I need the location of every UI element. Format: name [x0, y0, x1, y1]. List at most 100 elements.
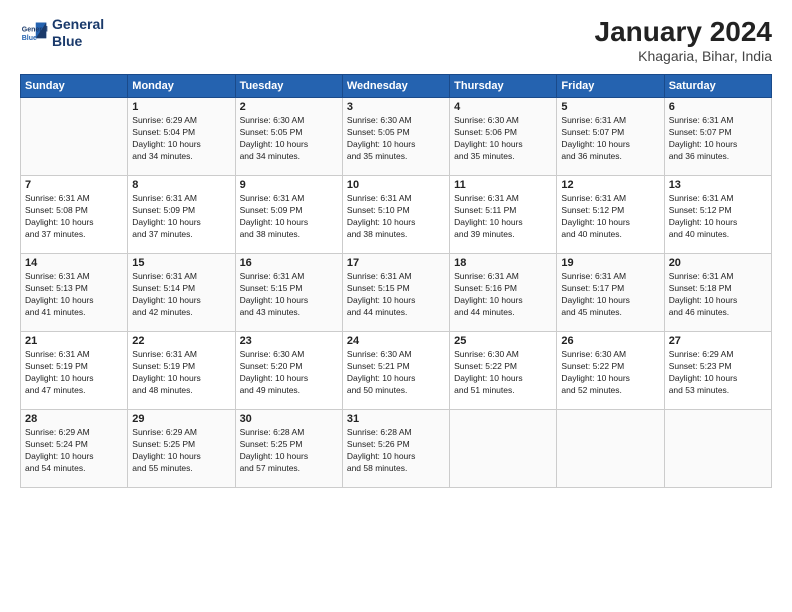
day-info: Sunrise: 6:29 AMSunset: 5:04 PMDaylight:…: [132, 115, 230, 163]
day-number: 22: [132, 335, 230, 347]
day-cell: 7Sunrise: 6:31 AMSunset: 5:08 PMDaylight…: [21, 176, 128, 254]
day-number: 17: [347, 257, 445, 269]
day-cell: 8Sunrise: 6:31 AMSunset: 5:09 PMDaylight…: [128, 176, 235, 254]
day-cell: [450, 410, 557, 488]
day-number: 3: [347, 101, 445, 113]
day-info: Sunrise: 6:31 AMSunset: 5:12 PMDaylight:…: [669, 193, 767, 241]
day-info: Sunrise: 6:31 AMSunset: 5:14 PMDaylight:…: [132, 271, 230, 319]
col-header-sunday: Sunday: [21, 75, 128, 98]
day-number: 15: [132, 257, 230, 269]
day-info: Sunrise: 6:30 AMSunset: 5:22 PMDaylight:…: [454, 349, 552, 397]
day-number: 23: [240, 335, 338, 347]
day-cell: 27Sunrise: 6:29 AMSunset: 5:23 PMDayligh…: [664, 332, 771, 410]
day-info: Sunrise: 6:29 AMSunset: 5:25 PMDaylight:…: [132, 427, 230, 475]
day-info: Sunrise: 6:31 AMSunset: 5:19 PMDaylight:…: [132, 349, 230, 397]
day-cell: 21 Sunrise: 6:31 AMSunset: 5:19 PMDayligh…: [21, 332, 128, 410]
day-number: 31: [347, 413, 445, 425]
day-info: Sunrise: 6:31 AMSunset: 5:16 PMDaylight:…: [454, 271, 552, 319]
day-cell: 3 Sunrise: 6:30 AMSunset: 5:05 PMDaylight…: [342, 98, 449, 176]
day-number: 28: [25, 413, 123, 425]
day-info: Sunrise: 6:31 AMSunset: 5:08 PMDaylight:…: [25, 193, 123, 241]
day-cell: 26Sunrise: 6:30 AMSunset: 5:22 PMDayligh…: [557, 332, 664, 410]
day-cell: 19Sunrise: 6:31 AMSunset: 5:17 PMDayligh…: [557, 254, 664, 332]
day-cell: 22 Sunrise: 6:31 AMSunset: 5:19 PMDayligh…: [128, 332, 235, 410]
day-cell: [664, 410, 771, 488]
day-cell: 11 Sunrise: 6:31 AMSunset: 5:11 PMDayligh…: [450, 176, 557, 254]
week-row-5: 28 Sunrise: 6:29 AMSunset: 5:24 PMDayligh…: [21, 410, 772, 488]
day-number: 12: [561, 179, 659, 191]
day-cell: 2 Sunrise: 6:30 AMSunset: 5:05 PMDaylight…: [235, 98, 342, 176]
week-row-2: 7Sunrise: 6:31 AMSunset: 5:08 PMDaylight…: [21, 176, 772, 254]
day-cell: 31 Sunrise: 6:28 AMSunset: 5:26 PMDayligh…: [342, 410, 449, 488]
day-cell: [21, 98, 128, 176]
day-info: Sunrise: 6:30 AMSunset: 5:05 PMDaylight:…: [240, 115, 338, 163]
svg-text:General: General: [22, 26, 48, 33]
calendar-table: SundayMondayTuesdayWednesdayThursdayFrid…: [20, 74, 772, 488]
header: General Blue General Blue January 2024 K…: [20, 16, 772, 64]
day-info: Sunrise: 6:31 AMSunset: 5:07 PMDaylight:…: [561, 115, 659, 163]
day-number: 21: [25, 335, 123, 347]
svg-text:Blue: Blue: [22, 35, 37, 42]
day-info: Sunrise: 6:30 AMSunset: 5:20 PMDaylight:…: [240, 349, 338, 397]
week-row-1: 1 Sunrise: 6:29 AMSunset: 5:04 PMDaylight…: [21, 98, 772, 176]
day-info: Sunrise: 6:30 AMSunset: 5:06 PMDaylight:…: [454, 115, 552, 163]
day-number: 20: [669, 257, 767, 269]
day-number: 26: [561, 335, 659, 347]
day-info: Sunrise: 6:29 AMSunset: 5:24 PMDaylight:…: [25, 427, 123, 475]
day-info: Sunrise: 6:31 AMSunset: 5:17 PMDaylight:…: [561, 271, 659, 319]
day-number: 1: [132, 101, 230, 113]
calendar-title: January 2024: [595, 16, 772, 48]
day-cell: [557, 410, 664, 488]
day-info: Sunrise: 6:31 AMSunset: 5:18 PMDaylight:…: [669, 271, 767, 319]
day-info: Sunrise: 6:31 AMSunset: 5:09 PMDaylight:…: [132, 193, 230, 241]
day-number: 13: [669, 179, 767, 191]
logo-icon: General Blue: [20, 19, 48, 47]
day-number: 6: [669, 101, 767, 113]
logo-text-line2: Blue: [52, 33, 104, 50]
day-cell: 20 Sunrise: 6:31 AMSunset: 5:18 PMDayligh…: [664, 254, 771, 332]
day-cell: 18 Sunrise: 6:31 AMSunset: 5:16 PMDayligh…: [450, 254, 557, 332]
col-header-wednesday: Wednesday: [342, 75, 449, 98]
day-info: Sunrise: 6:29 AMSunset: 5:23 PMDaylight:…: [669, 349, 767, 397]
day-info: Sunrise: 6:31 AMSunset: 5:15 PMDaylight:…: [347, 271, 445, 319]
day-cell: 25Sunrise: 6:30 AMSunset: 5:22 PMDayligh…: [450, 332, 557, 410]
day-number: 4: [454, 101, 552, 113]
day-cell: 12Sunrise: 6:31 AMSunset: 5:12 PMDayligh…: [557, 176, 664, 254]
day-cell: 28 Sunrise: 6:29 AMSunset: 5:24 PMDayligh…: [21, 410, 128, 488]
day-info: Sunrise: 6:28 AMSunset: 5:25 PMDaylight:…: [240, 427, 338, 475]
day-cell: 10Sunrise: 6:31 AMSunset: 5:10 PMDayligh…: [342, 176, 449, 254]
day-number: 24: [347, 335, 445, 347]
week-row-4: 21 Sunrise: 6:31 AMSunset: 5:19 PMDayligh…: [21, 332, 772, 410]
calendar-page: General Blue General Blue January 2024 K…: [0, 0, 792, 612]
day-number: 14: [25, 257, 123, 269]
day-number: 9: [240, 179, 338, 191]
day-info: Sunrise: 6:31 AMSunset: 5:11 PMDaylight:…: [454, 193, 552, 241]
title-block: January 2024 Khagaria, Bihar, India: [595, 16, 772, 64]
day-cell: 13 Sunrise: 6:31 AMSunset: 5:12 PMDayligh…: [664, 176, 771, 254]
day-info: Sunrise: 6:28 AMSunset: 5:26 PMDaylight:…: [347, 427, 445, 475]
col-header-tuesday: Tuesday: [235, 75, 342, 98]
day-number: 5: [561, 101, 659, 113]
day-info: Sunrise: 6:31 AMSunset: 5:10 PMDaylight:…: [347, 193, 445, 241]
day-info: Sunrise: 6:31 AMSunset: 5:07 PMDaylight:…: [669, 115, 767, 163]
day-number: 11: [454, 179, 552, 191]
col-header-saturday: Saturday: [664, 75, 771, 98]
col-header-friday: Friday: [557, 75, 664, 98]
day-info: Sunrise: 6:30 AMSunset: 5:05 PMDaylight:…: [347, 115, 445, 163]
day-info: Sunrise: 6:31 AMSunset: 5:19 PMDaylight:…: [25, 349, 123, 397]
day-cell: 14Sunrise: 6:31 AMSunset: 5:13 PMDayligh…: [21, 254, 128, 332]
day-number: 18: [454, 257, 552, 269]
logo-text-line1: General: [52, 16, 104, 33]
day-cell: 9Sunrise: 6:31 AMSunset: 5:09 PMDaylight…: [235, 176, 342, 254]
day-cell: 29Sunrise: 6:29 AMSunset: 5:25 PMDayligh…: [128, 410, 235, 488]
day-cell: 4 Sunrise: 6:30 AMSunset: 5:06 PMDaylight…: [450, 98, 557, 176]
day-cell: 5 Sunrise: 6:31 AMSunset: 5:07 PMDaylight…: [557, 98, 664, 176]
day-number: 30: [240, 413, 338, 425]
day-cell: 6 Sunrise: 6:31 AMSunset: 5:07 PMDaylight…: [664, 98, 771, 176]
day-cell: 30 Sunrise: 6:28 AMSunset: 5:25 PMDayligh…: [235, 410, 342, 488]
day-info: Sunrise: 6:31 AMSunset: 5:15 PMDaylight:…: [240, 271, 338, 319]
logo: General Blue General Blue: [20, 16, 104, 50]
day-cell: 17 Sunrise: 6:31 AMSunset: 5:15 PMDayligh…: [342, 254, 449, 332]
day-number: 2: [240, 101, 338, 113]
col-header-monday: Monday: [128, 75, 235, 98]
